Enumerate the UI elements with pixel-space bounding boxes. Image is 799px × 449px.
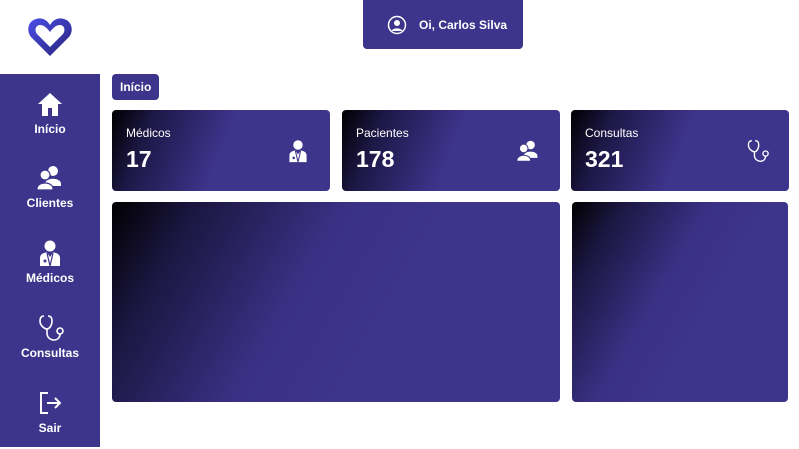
logout-icon (40, 392, 62, 414)
sidebar-item-label: Início (34, 122, 66, 136)
sidebar-item-label: Consultas (20, 346, 79, 360)
main-panel (112, 202, 560, 402)
stat-value: 178 (356, 146, 395, 172)
doctor-icon (289, 140, 307, 163)
sidebar-item-consultas[interactable]: Consultas (0, 314, 100, 374)
sidebar-item-inicio[interactable]: Início (0, 90, 100, 150)
sidebar-item-label: Clientes (26, 196, 74, 210)
users-icon (36, 166, 61, 191)
stat-title: Pacientes (356, 126, 409, 140)
sidebar-item-medicos[interactable]: Médicos (0, 239, 100, 299)
sidebar-item-sair[interactable]: Sair (0, 389, 100, 449)
doctor-icon (40, 240, 60, 267)
stat-title: Médicos (126, 126, 171, 140)
stat-card-consultas: Consultas 321 (571, 110, 789, 191)
users-icon (516, 140, 538, 162)
sidebar: Início Clientes Médicos Consultas Sair (0, 74, 100, 447)
stat-card-pacientes: Pacientes 178 (342, 110, 560, 191)
stat-card-medicos: Médicos 17 (112, 110, 330, 191)
stat-value: 321 (585, 146, 624, 172)
user-greeting: Oi, Carlos Silva (419, 17, 508, 32)
stethoscope-icon (747, 140, 769, 162)
side-panel (572, 202, 788, 402)
stat-value: 17 (126, 146, 152, 172)
breadcrumb: Início (112, 74, 160, 100)
sidebar-item-label: Sair (38, 421, 62, 435)
sidebar-item-clientes[interactable]: Clientes (0, 164, 100, 224)
user-menu-button[interactable]: Oi, Carlos Silva (363, 0, 523, 49)
sidebar-item-label: Médicos (25, 271, 74, 285)
home-icon (38, 93, 62, 116)
stat-title: Consultas (585, 126, 639, 140)
logo-heart-icon (28, 18, 72, 57)
user-avatar-icon (387, 15, 407, 34)
stethoscope-icon (39, 315, 64, 341)
